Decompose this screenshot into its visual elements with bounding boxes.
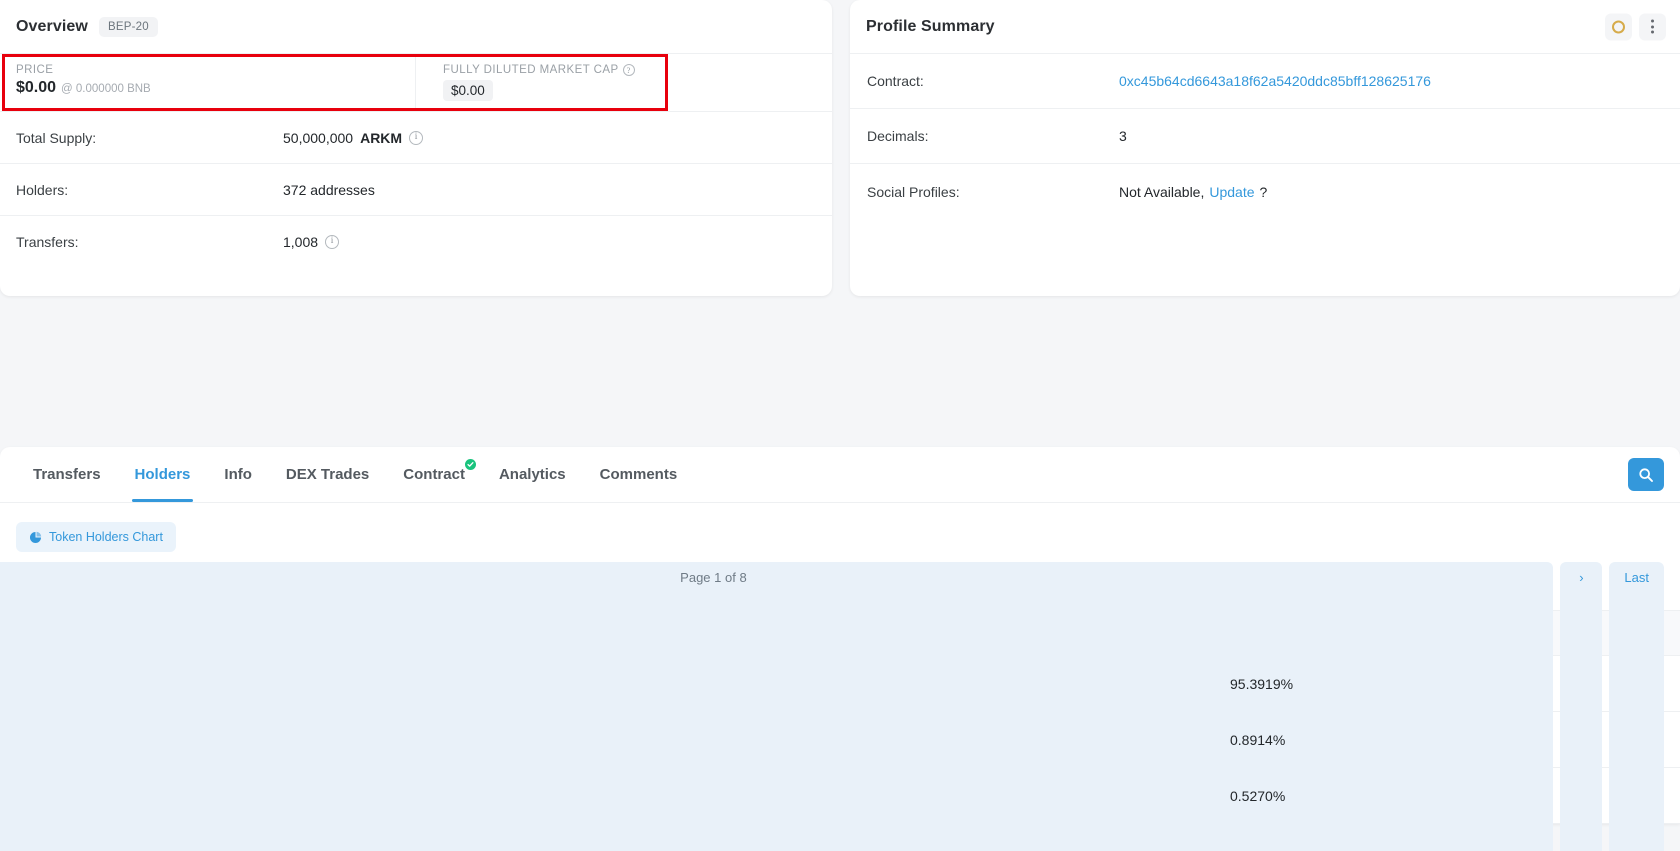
pagination-next-button[interactable]: › — [1560, 562, 1603, 851]
percentage-value: 95.3919% — [1230, 676, 1294, 692]
pagination-last-button[interactable]: Last — [1609, 562, 1664, 851]
total-bar: A total of 372 token holders First ‹ Pag… — [0, 552, 1680, 851]
chart-button-label: Token Holders Chart — [49, 530, 163, 544]
tab-analytics[interactable]: Analytics — [482, 449, 583, 501]
fdmc-cell: FULLY DILUTED MARKET CAP ? $0.00 — [416, 54, 832, 111]
profile-header-actions — [1605, 13, 1666, 40]
price-value-wrap: $0.00 @ 0.000000 BNB — [16, 79, 415, 97]
profile-card-header: Profile Summary — [850, 0, 1680, 54]
overview-card: Overview BEP-20 PRICE $0.00 @ 0.000000 B… — [0, 0, 832, 296]
tab-label: DEX Trades — [285, 465, 370, 483]
social-profiles-value: Not Available, — [1119, 183, 1205, 200]
holders-label: Holders: — [16, 181, 69, 198]
tab-label: Info — [224, 465, 252, 483]
social-profiles-row: Social Profiles: Not Available, Update ? — [850, 164, 1680, 219]
tab-comments[interactable]: Comments — [583, 449, 695, 501]
overview-title: Overview — [16, 17, 88, 35]
price-strip: PRICE $0.00 @ 0.000000 BNB FULLY DILUTED… — [0, 54, 832, 112]
update-link[interactable]: Update — [1209, 184, 1254, 200]
token-page: Overview BEP-20 PRICE $0.00 @ 0.000000 B… — [0, 0, 1680, 851]
tab-label: Analytics — [498, 465, 566, 483]
tab-label: Comments — [599, 465, 678, 483]
token-standard-badge: BEP-20 — [98, 16, 158, 37]
social-profiles-label: Social Profiles: — [867, 183, 960, 200]
price-sub-value: @ 0.000000 BNB — [61, 83, 151, 95]
tab-dex-trades[interactable]: DEX Trades — [269, 449, 386, 501]
total-supply-label: Total Supply: — [16, 129, 97, 146]
transfers-value: 1,008 — [283, 234, 319, 250]
cell-percentage: 0.8914% — [1230, 711, 1458, 768]
search-button[interactable] — [1628, 458, 1664, 491]
tab-info[interactable]: Info — [207, 449, 269, 501]
pie-chart-icon — [29, 531, 42, 543]
search-icon — [1639, 467, 1653, 482]
info-icon[interactable]: i — [325, 235, 340, 249]
profile-summary-card: Profile Summary Contract: 0xc45b64cd6643… — [850, 0, 1680, 296]
tabs-bar: Transfers Holders Info DEX Trades Contra… — [0, 447, 1680, 503]
tab-label: Transfers — [33, 465, 101, 483]
tab-holders[interactable]: Holders — [118, 449, 208, 502]
chart-button-row: Token Holders Chart — [0, 503, 1680, 552]
decimals-row: Decimals: 3 — [850, 109, 1680, 164]
decimals-value: 3 — [1119, 128, 1127, 144]
info-icon[interactable]: i — [409, 130, 424, 145]
price-cell: PRICE $0.00 @ 0.000000 BNB — [0, 54, 416, 111]
holders-row: Holders: 372 addresses — [0, 164, 832, 216]
total-supply-value: 50,000,000 — [283, 129, 354, 146]
cell-percentage: 95.3919% — [1230, 655, 1458, 712]
decimals-label: Decimals: — [867, 128, 929, 144]
fdmc-label-wrap: FULLY DILUTED MARKET CAP ? — [443, 64, 832, 76]
percentage-value: 0.5270% — [1230, 788, 1286, 804]
circle-icon[interactable] — [1605, 13, 1632, 40]
tab-label: Holders — [134, 465, 191, 483]
fdmc-value: $0.00 — [443, 80, 493, 101]
tab-contract[interactable]: Contract — [386, 449, 482, 501]
token-holders-chart-button[interactable]: Token Holders Chart — [16, 522, 176, 552]
verified-check-icon — [464, 458, 476, 470]
tab-label: Contract — [403, 465, 465, 483]
tab-transfers[interactable]: Transfers — [16, 449, 118, 501]
transfers-value-wrap: 1,008 i — [283, 234, 340, 250]
fdmc-label: FULLY DILUTED MARKET CAP — [443, 64, 619, 76]
transfers-label: Transfers: — [16, 234, 79, 250]
price-value: $0.00 — [16, 79, 57, 96]
question-icon[interactable]: ? — [622, 64, 635, 76]
cell-percentage: 0.5270% — [1230, 767, 1458, 824]
holders-panel: Transfers Holders Info DEX Trades Contra… — [0, 447, 1680, 851]
total-supply-row: Total Supply: 50,000,000 ARKM i — [0, 112, 832, 164]
overview-card-header: Overview BEP-20 — [0, 0, 832, 54]
total-supply-symbol: ARKM — [360, 129, 403, 146]
contract-row: Contract: 0xc45b64cd6643a18f62a5420ddc85… — [850, 54, 1680, 109]
profile-title: Profile Summary — [866, 17, 995, 35]
transfers-row: Transfers: 1,008 i — [0, 216, 832, 268]
total-supply-value-wrap: 50,000,000 ARKM i — [283, 129, 424, 146]
top-cards-row: Overview BEP-20 PRICE $0.00 @ 0.000000 B… — [0, 0, 1680, 296]
holders-value: 372 addresses — [283, 181, 375, 198]
social-profiles-suffix: ? — [1259, 183, 1268, 200]
contract-label: Contract: — [867, 73, 924, 89]
price-label: PRICE — [16, 64, 54, 76]
contract-address-link[interactable]: 0xc45b64cd6643a18f62a5420ddc85bff1286251… — [1119, 73, 1431, 89]
more-vertical-icon[interactable] — [1639, 13, 1666, 40]
percentage-value: 0.8914% — [1230, 732, 1286, 748]
